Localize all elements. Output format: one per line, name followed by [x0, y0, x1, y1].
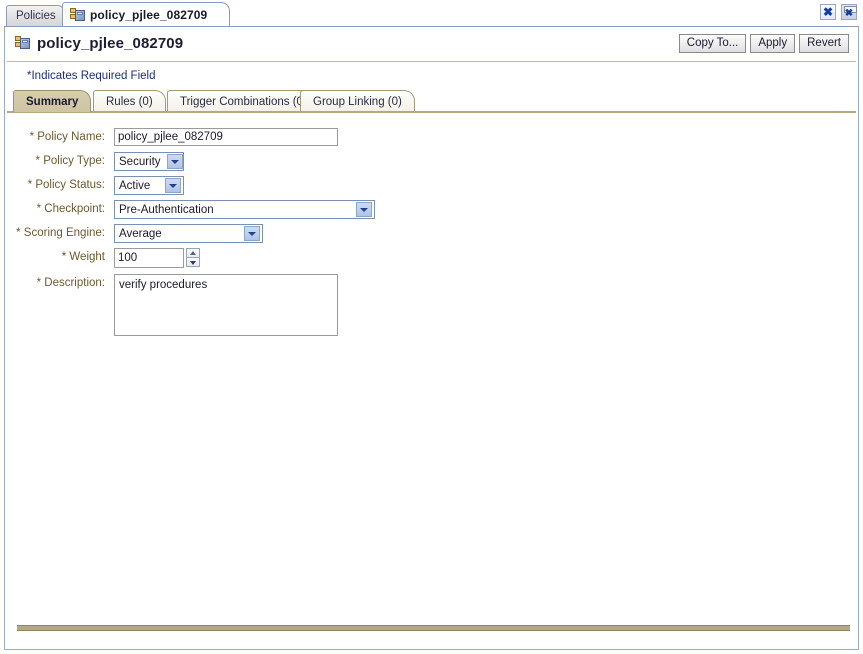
policy-type-select[interactable]: Security — [114, 152, 184, 171]
section-tabs: Summary Rules (0) Trigger Combinations (… — [13, 90, 856, 112]
required-field-note: *Indicates Required Field — [27, 70, 156, 82]
tab-summary-label: Summary — [26, 96, 78, 108]
tab-rules-label: Rules (0) — [106, 96, 153, 108]
apply-button[interactable]: Apply — [750, 34, 795, 53]
checkpoint-value: Pre-Authentication — [119, 204, 214, 216]
window-tabstrip: Policies policy_pjlee_082709 ✖ ✖ — [0, 0, 863, 26]
policy-title-icon — [15, 36, 31, 51]
close-glyph: ✖ — [821, 5, 835, 19]
field-row-policy-name: * Policy Name: — [7, 128, 338, 146]
chevron-down-icon[interactable] — [167, 154, 183, 169]
checkpoint-label: * Checkpoint: — [7, 200, 114, 218]
page-header: policy_pjlee_082709 Copy To... Apply Rev… — [7, 29, 856, 62]
scoring-engine-value: Average — [119, 228, 162, 240]
tab-group-linking-label: Group Linking (0) — [313, 96, 402, 108]
chevron-down-icon[interactable] — [356, 202, 372, 217]
policy-name-label: * Policy Name: — [7, 128, 114, 146]
tab-group-linking[interactable]: Group Linking (0) — [300, 90, 415, 112]
window-tab-policy-pjlee[interactable]: policy_pjlee_082709 — [62, 2, 230, 26]
window-tab-policies[interactable]: Policies — [6, 5, 66, 26]
save-and-close-icon[interactable]: ✖ — [841, 4, 857, 20]
tab-rules[interactable]: Rules (0) — [93, 90, 166, 112]
policy-status-value: Active — [119, 180, 150, 192]
weight-input[interactable] — [114, 248, 184, 268]
field-row-checkpoint: * Checkpoint: Pre-Authentication — [7, 200, 375, 219]
weight-stepper — [114, 248, 200, 268]
chevron-down-icon[interactable] — [165, 178, 181, 193]
spinner-down-icon[interactable] — [186, 257, 200, 267]
tab-trigger-combinations-label: Trigger Combinations (0) — [180, 96, 307, 108]
policy-status-select[interactable]: Active — [114, 176, 184, 195]
save-close-glyph: ✖ — [842, 7, 856, 19]
field-row-scoring-engine: * Scoring Engine: Average — [7, 224, 263, 243]
tab-trigger-combinations[interactable]: Trigger Combinations (0) — [167, 90, 320, 112]
revert-button[interactable]: Revert — [799, 34, 849, 53]
chevron-down-icon[interactable] — [244, 226, 260, 241]
page-title-wrap: policy_pjlee_082709 — [15, 35, 183, 52]
content-inner: policy_pjlee_082709 Copy To... Apply Rev… — [7, 29, 856, 647]
weight-label: * Weight — [7, 248, 114, 266]
header-buttons: Copy To... Apply Revert — [679, 34, 849, 53]
window-controls: ✖ ✖ — [820, 4, 857, 20]
field-row-weight: * Weight — [7, 248, 200, 268]
page-title: policy_pjlee_082709 — [37, 35, 183, 52]
checkpoint-select[interactable]: Pre-Authentication — [114, 200, 375, 219]
weight-spinner-buttons — [186, 248, 200, 268]
window-tab-policies-label: Policies — [16, 10, 56, 22]
content-panel: policy_pjlee_082709 Copy To... Apply Rev… — [4, 26, 859, 650]
tab-summary[interactable]: Summary — [13, 90, 91, 112]
policy-status-label: * Policy Status: — [7, 176, 114, 194]
policy-type-label: * Policy Type: — [7, 152, 114, 170]
description-label: * Description: — [7, 274, 114, 292]
description-textarea[interactable] — [114, 274, 338, 336]
field-row-description: * Description: — [7, 274, 338, 336]
scoring-engine-label: * Scoring Engine: — [7, 224, 114, 242]
bottom-divider — [17, 625, 850, 631]
close-icon[interactable]: ✖ — [820, 4, 836, 20]
scoring-engine-select[interactable]: Average — [114, 224, 263, 243]
policy-icon — [70, 8, 85, 22]
policy-type-value: Security — [119, 156, 161, 168]
field-row-policy-status: * Policy Status: Active — [7, 176, 184, 195]
tab-baseline-divider — [7, 111, 856, 113]
application-window: Policies policy_pjlee_082709 ✖ ✖ — [0, 0, 863, 654]
policy-name-input[interactable] — [114, 128, 338, 146]
window-tab-policy-pjlee-label: policy_pjlee_082709 — [90, 8, 207, 22]
copy-to-button[interactable]: Copy To... — [679, 34, 747, 53]
field-row-policy-type: * Policy Type: Security — [7, 152, 184, 171]
